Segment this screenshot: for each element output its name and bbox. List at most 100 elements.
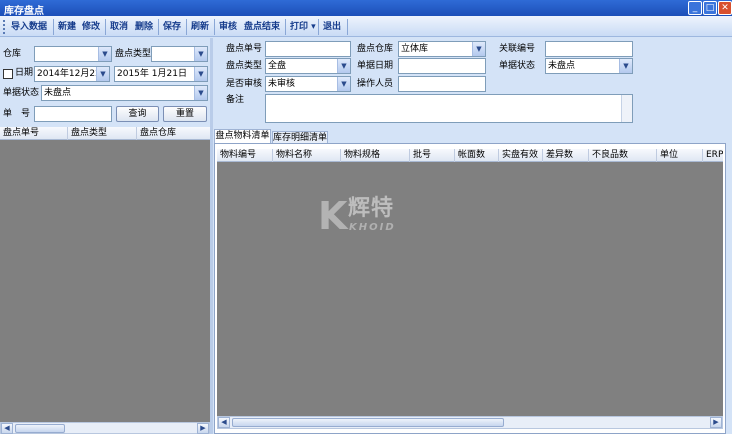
chevron-down-icon: ▼ xyxy=(472,42,485,56)
warehouse-label: 仓库 xyxy=(3,49,22,59)
toolbar-separator xyxy=(318,19,319,35)
audit-label: 是否审核 xyxy=(226,79,263,89)
right-grid-header: 物料编号 物料名称 物料规格 批号 帐面数 实盘有效 差异数 不良品数 单位 E… xyxy=(217,149,723,162)
minimize-icon[interactable]: _ xyxy=(688,1,702,15)
delete-button[interactable]: 删除 xyxy=(135,20,153,34)
doc-date-input[interactable] xyxy=(398,58,486,74)
form-warehouse-select[interactable]: 立体库 ▼ xyxy=(398,41,486,57)
column-header[interactable]: 帐面数 xyxy=(455,149,499,162)
form-type-select[interactable]: 全盘 ▼ xyxy=(265,58,351,74)
toolbar-separator xyxy=(158,19,159,35)
remark-scrollbar[interactable] xyxy=(621,95,632,122)
filter-type-select[interactable]: ▼ xyxy=(151,46,208,62)
chevron-down-icon: ▼ xyxy=(96,67,109,81)
finish-count-button[interactable]: 盘点结束 xyxy=(244,20,280,34)
column-header[interactable]: 物料名称 xyxy=(273,149,341,162)
right-horizontal-scrollbar[interactable]: ◀ ▶ xyxy=(217,416,723,429)
form-order-no-input[interactable] xyxy=(265,41,351,57)
form-type-value: 全盘 xyxy=(268,61,287,71)
toolbar-separator xyxy=(105,19,106,35)
doc-date-label: 单据日期 xyxy=(357,61,394,71)
operator-input[interactable] xyxy=(398,76,486,92)
form-order-no-label: 盘点单号 xyxy=(226,44,263,54)
toolbar-separator xyxy=(347,19,348,35)
form-status-label: 单据状态 xyxy=(499,61,536,71)
logo-brand-text: 辉特 xyxy=(348,196,395,221)
date-to-value: 2015年 1月21日 xyxy=(117,69,187,79)
toolbar-separator xyxy=(53,19,54,35)
column-header[interactable]: 盘点类型 xyxy=(68,127,137,140)
scroll-left-icon[interactable]: ◀ xyxy=(1,423,13,434)
toolbar-separator xyxy=(285,19,286,35)
order-no-input[interactable] xyxy=(34,106,112,122)
import-button[interactable]: 导入数据 xyxy=(11,20,47,34)
date-from-picker[interactable]: 2014年12月22日 ▼ xyxy=(34,66,110,82)
panel-splitter[interactable] xyxy=(210,38,213,434)
close-icon[interactable]: ✕ xyxy=(718,1,732,15)
reset-button[interactable]: 重置 xyxy=(163,106,207,122)
chevron-down-icon: ▼ xyxy=(194,67,207,81)
right-grid-body[interactable] xyxy=(217,162,723,416)
warehouse-select[interactable]: ▼ xyxy=(34,46,112,62)
column-header[interactable]: 实盘有效 xyxy=(499,149,543,162)
column-header[interactable]: 盘点仓库 xyxy=(137,127,210,140)
date-label: 日期 xyxy=(15,68,34,78)
chevron-down-icon: ▾ xyxy=(311,22,316,32)
audit-button[interactable]: 审核 xyxy=(219,20,237,34)
filter-status-label: 单据状态 xyxy=(3,88,40,98)
chevron-down-icon: ▼ xyxy=(194,86,207,100)
toolbar: 导入数据 新建 修改 取消 删除 保存 刷新 审核 盘点结束 打印 ▾ 退出 xyxy=(0,16,732,37)
tab-stock-detail[interactable]: 库存明细清单 xyxy=(272,131,328,143)
scroll-thumb[interactable] xyxy=(232,418,504,427)
audit-value: 未审核 xyxy=(268,79,296,89)
left-horizontal-scrollbar[interactable]: ◀ ▶ xyxy=(0,422,210,434)
tab-material-list[interactable]: 盘点物料清单 xyxy=(214,129,271,143)
logo-k-mark: K xyxy=(318,194,348,238)
save-button[interactable]: 保存 xyxy=(163,20,181,34)
khoid-logo: K 辉特 KHOID xyxy=(318,196,410,238)
date-checkbox[interactable] xyxy=(3,69,13,79)
maximize-icon[interactable]: □ xyxy=(703,1,717,15)
left-grid-header: 盘点单号 盘点类型 盘点仓库 xyxy=(0,127,210,140)
scroll-right-icon[interactable]: ▶ xyxy=(197,423,209,434)
remark-label: 备注 xyxy=(226,95,245,105)
column-header[interactable]: 盘点单号 xyxy=(0,127,68,140)
column-header[interactable]: 差异数 xyxy=(543,149,589,162)
toolbar-separator xyxy=(186,19,187,35)
toolbar-grip-icon xyxy=(3,20,6,34)
related-no-input[interactable] xyxy=(545,41,633,57)
remark-textarea[interactable] xyxy=(265,94,633,123)
column-header[interactable]: 不良品数 xyxy=(589,149,657,162)
column-header[interactable]: 单位 xyxy=(657,149,703,162)
chevron-down-icon: ▼ xyxy=(337,59,350,73)
form-status-select[interactable]: 未盘点 ▼ xyxy=(545,58,633,74)
column-header[interactable]: 物料编号 xyxy=(217,149,273,162)
scroll-thumb[interactable] xyxy=(15,424,65,433)
toolbar-separator xyxy=(214,19,215,35)
related-no-label: 关联编号 xyxy=(499,44,536,54)
order-no-label: 单 号 xyxy=(3,109,31,119)
query-button[interactable]: 查询 xyxy=(116,106,159,122)
scroll-right-icon[interactable]: ▶ xyxy=(710,417,722,428)
column-header[interactable]: 物料规格 xyxy=(341,149,410,162)
left-grid-body[interactable] xyxy=(0,140,210,422)
form-status-value: 未盘点 xyxy=(548,61,576,71)
column-header[interactable]: ERP数 xyxy=(703,149,723,162)
column-header[interactable]: 批号 xyxy=(410,149,455,162)
print-button[interactable]: 打印 ▾ xyxy=(290,20,316,34)
audit-select[interactable]: 未审核 ▼ xyxy=(265,76,351,92)
chevron-down-icon: ▼ xyxy=(194,47,207,61)
chevron-down-icon: ▼ xyxy=(619,59,632,73)
form-warehouse-value: 立体库 xyxy=(401,44,429,54)
refresh-button[interactable]: 刷新 xyxy=(191,20,209,34)
edit-button[interactable]: 修改 xyxy=(82,20,100,34)
new-button[interactable]: 新建 xyxy=(58,20,76,34)
cancel-button[interactable]: 取消 xyxy=(110,20,128,34)
print-label: 打印 xyxy=(290,22,309,32)
date-to-picker[interactable]: 2015年 1月21日 ▼ xyxy=(114,66,208,82)
filter-status-select[interactable]: 未盘点 ▼ xyxy=(41,85,208,101)
scroll-left-icon[interactable]: ◀ xyxy=(218,417,230,428)
operator-label: 操作人员 xyxy=(357,79,394,89)
filter-type-label: 盘点类型 xyxy=(115,49,152,59)
exit-button[interactable]: 退出 xyxy=(323,20,341,34)
